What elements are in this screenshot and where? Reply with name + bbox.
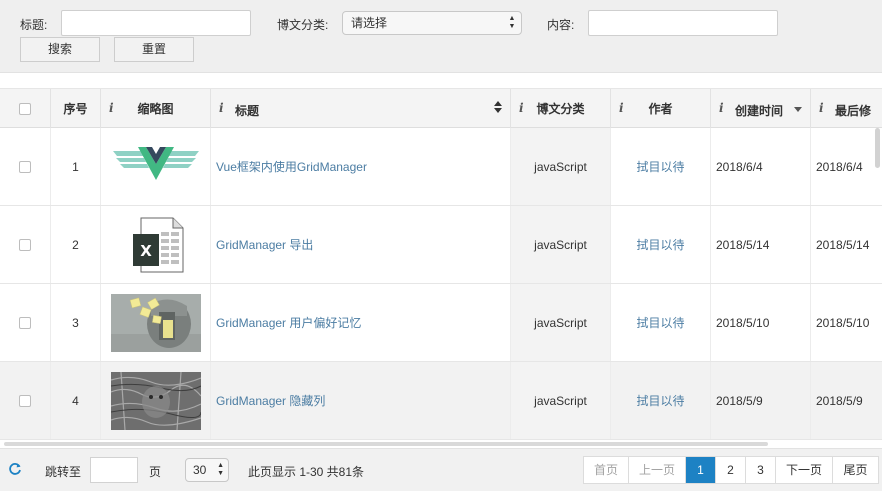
content-search-input[interactable] [588,10,778,36]
first-page-button[interactable]: 首页 [584,457,629,483]
row-category: javaScript [511,362,611,439]
table-header: 序号 i 缩略图 i 标题 i 博文分类 i 作者 i 创建时间 i 最后修 [0,88,882,128]
horizontal-scrollbar[interactable] [4,442,768,446]
search-button[interactable]: 搜索 [20,37,100,62]
goto-page-input[interactable] [90,457,138,483]
header-title[interactable]: i 标题 [211,89,511,128]
category-select[interactable]: 请选择 ▲ ▼ [342,11,522,35]
header-index: 序号 [51,89,101,128]
category-select-value: 请选择 [351,16,388,30]
row-index: 3 [51,284,101,361]
select-arrows-icon: ▲ ▼ [217,462,224,477]
info-icon[interactable]: i [219,101,224,115]
header-select-all[interactable] [0,89,51,128]
sort-desc-icon[interactable] [794,107,802,112]
select-arrows-icon: ▲ ▼ [508,15,516,30]
sort-toggle-icon[interactable] [494,101,502,117]
row-select[interactable] [0,206,51,283]
reset-button[interactable]: 重置 [114,37,194,62]
owl-camouflage-image [110,371,201,430]
svg-text:X: X [140,242,152,260]
header-category: i 博文分类 [511,89,611,128]
row-created: 2018/5/10 [711,284,811,361]
row-index: 1 [51,128,101,205]
row-checkbox[interactable] [19,238,31,251]
title-search-label: 标题: [20,18,48,32]
excel-file-icon: X [132,217,183,272]
pagination-footer: 跳转至 页 30 ▲ ▼ 此页显示 1-30 共81条 首页 上一页 1 2 3 … [0,448,882,491]
row-author[interactable]: 拭目以待 [611,128,711,205]
row-title[interactable]: Vue框架内使用GridManager [211,128,511,205]
prev-page-button[interactable]: 上一页 [629,457,686,483]
row-author[interactable]: 拭目以待 [611,206,711,283]
pager: 首页 上一页 1 2 3 下一页 尾页 [583,456,879,484]
search-panel: 标题: 博文分类: 请选择 ▲ ▼ 内容: 搜索 重置 [0,0,882,73]
row-modified: 2018/5/10 [816,315,870,330]
row-thumbnail: X [101,206,211,283]
page-size-value: 30 [193,463,207,477]
table-row[interactable]: 2 X GridManager 导出 javaScript 拭目以待 2018/… [0,206,882,284]
row-select[interactable] [0,284,51,361]
info-icon[interactable]: i [719,101,724,115]
header-created[interactable]: i 创建时间 [711,89,811,128]
row-category: javaScript [511,206,611,283]
page-button-2[interactable]: 2 [716,457,746,483]
table-row[interactable]: 1 Vue框架内使用GridManager javaScript 拭目以待 20… [0,128,882,206]
last-page-button[interactable]: 尾页 [833,457,878,483]
data-table: 序号 i 缩略图 i 标题 i 博文分类 i 作者 i 创建时间 i 最后修 1… [0,88,882,440]
page-button-3[interactable]: 3 [746,457,776,483]
row-select[interactable] [0,128,51,205]
select-all-checkbox[interactable] [19,102,31,115]
row-created: 2018/5/9 [711,362,811,439]
row-title[interactable]: GridManager 导出 [211,206,511,283]
info-icon[interactable]: i [519,101,524,115]
row-checkbox[interactable] [19,160,31,173]
table-row[interactable]: 4 GridManager 隐藏列 javaScript 拭目以待 2018/5… [0,362,882,440]
row-created: 2018/5/14 [711,206,811,283]
header-thumbnail: i 缩略图 [101,89,211,128]
row-modified: 2018/6/4 [816,159,863,174]
page-button-1[interactable]: 1 [686,457,716,483]
row-category: javaScript [511,284,611,361]
row-index: 2 [51,206,101,283]
row-title[interactable]: GridManager 用户偏好记忆 [211,284,511,361]
title-search-input[interactable] [61,10,251,36]
row-thumbnail [101,284,211,361]
info-icon[interactable]: i [819,101,824,115]
row-modified: 2018/5/9 [816,393,863,408]
header-author: i 作者 [611,89,711,128]
info-icon[interactable]: i [619,101,624,115]
row-index: 4 [51,362,101,439]
row-author[interactable]: 拭目以待 [611,362,711,439]
row-created: 2018/6/4 [711,128,811,205]
vue-logo-thumbnail [112,146,199,180]
row-thumbnail [101,128,211,205]
row-category: javaScript [511,128,611,205]
page-info: 此页显示 1-30 共81条 [248,465,365,479]
header-modified: i 最后修 [819,101,872,118]
row-modified: 2018/5/14 [816,237,870,252]
row-author[interactable]: 拭目以待 [611,284,711,361]
goto-label: 跳转至 [45,465,82,479]
vertical-scrollbar[interactable] [875,128,880,168]
head-memory-image [110,293,201,352]
row-select[interactable] [0,362,51,439]
goto-page-unit: 页 [149,465,162,479]
category-search-label: 博文分类: [277,18,329,32]
row-checkbox[interactable] [19,316,31,329]
content-search-label: 内容: [547,18,575,32]
row-thumbnail [101,362,211,439]
refresh-icon[interactable] [8,462,22,476]
row-title[interactable]: GridManager 隐藏列 [211,362,511,439]
next-page-button[interactable]: 下一页 [776,457,833,483]
row-checkbox[interactable] [19,394,31,407]
table-row[interactable]: 3 GridManager 用户偏好记忆 javaScript 拭目以待 201… [0,284,882,362]
info-icon[interactable]: i [109,101,114,115]
page-size-select[interactable]: 30 ▲ ▼ [185,458,229,482]
